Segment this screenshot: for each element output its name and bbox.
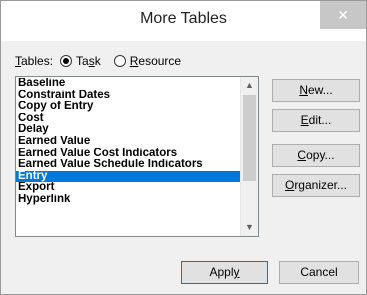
apply-button[interactable]: Apply [181,261,268,284]
scroll-up-icon[interactable]: ▲ [241,77,258,94]
list-item[interactable]: Cost [16,113,240,125]
more-tables-dialog: More Tables ✕ Tables: Task Resource Base… [0,0,367,295]
dialog-title: More Tables [140,10,227,27]
cancel-button[interactable]: Cancel [279,261,359,284]
task-radio[interactable] [60,55,73,67]
task-radio-label[interactable]: Task [76,54,101,68]
close-button[interactable]: ✕ [320,1,366,29]
copy-button[interactable]: Copy... [272,144,360,167]
list-scrollbar[interactable]: ▲ ▼ [240,77,258,236]
tables-listbox[interactable]: Baseline Constraint Dates Copy of Entry … [15,76,259,237]
list-item[interactable]: Earned Value Schedule Indicators [16,159,240,171]
list-item[interactable]: Baseline [16,78,240,90]
list-item[interactable]: Export [16,182,240,194]
list-item[interactable]: Delay [16,124,240,136]
list-item[interactable]: Hyperlink [16,194,240,206]
scroll-thumb[interactable] [243,95,256,181]
list-item-selected[interactable]: Entry [16,170,240,183]
organizer-button[interactable]: Organizer... [272,174,360,197]
list-item[interactable]: Earned Value [16,136,240,148]
scroll-down-icon[interactable]: ▼ [241,219,258,236]
tables-label-rest: ables: [21,54,54,68]
close-icon: ✕ [337,7,349,23]
list-item[interactable]: Constraint Dates [16,90,240,102]
list-item[interactable]: Earned Value Cost Indicators [16,148,240,160]
list-item[interactable]: Copy of Entry [16,101,240,113]
resource-radio-label[interactable]: Resource [130,54,181,68]
tables-list: Baseline Constraint Dates Copy of Entry … [16,78,240,206]
title-bar: More Tables ✕ [1,1,366,41]
new-button[interactable]: New... [272,79,360,102]
tables-label: Tables: [15,54,53,68]
resource-radio[interactable] [113,55,126,67]
tables-selector: Tables: Task Resource [15,52,181,70]
edit-button[interactable]: Edit... [272,109,360,132]
